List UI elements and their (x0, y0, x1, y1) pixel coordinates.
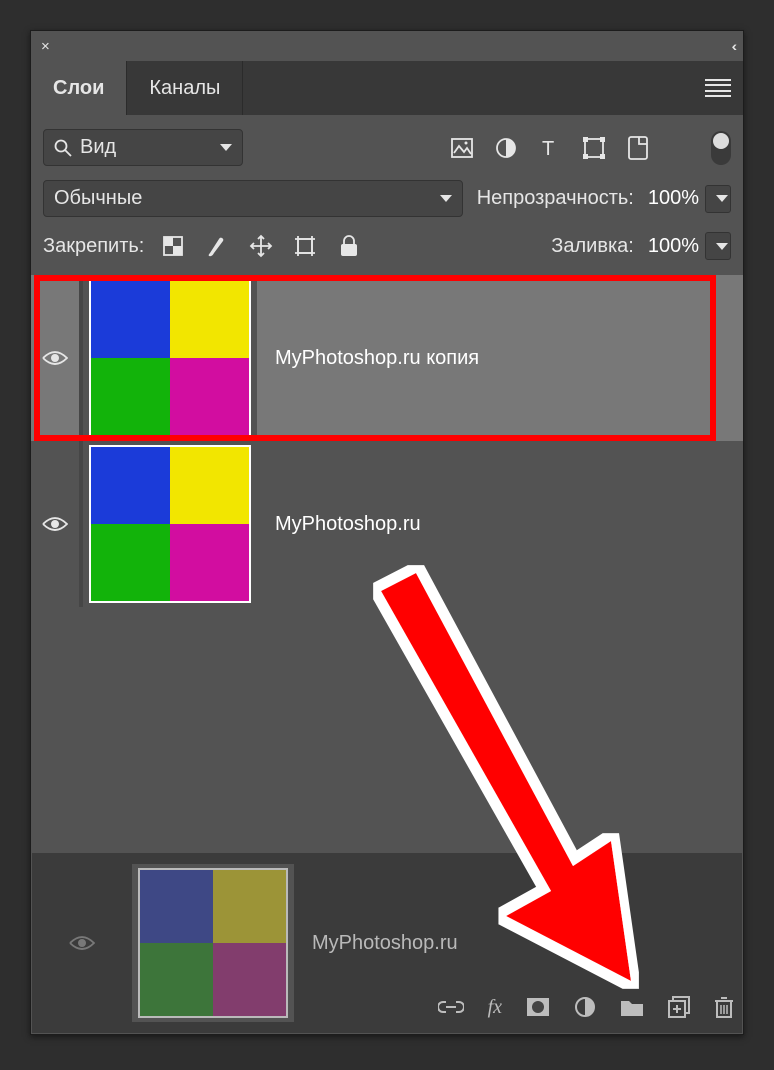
svg-text:T: T (542, 138, 554, 159)
chevron-down-icon (440, 195, 452, 202)
layer-thumbnail[interactable] (83, 275, 257, 441)
search-icon (54, 139, 72, 157)
adjustment-icon[interactable] (574, 996, 596, 1018)
group-icon[interactable] (620, 997, 644, 1017)
tab-channels[interactable]: Каналы (127, 61, 243, 115)
collapse-panel-icon[interactable]: ‹‹ (732, 38, 733, 54)
layer-thumbnail[interactable] (83, 441, 257, 607)
opacity-value: 100% (648, 187, 699, 210)
chevron-down-icon (716, 195, 728, 202)
blend-mode-dropdown[interactable]: Обычные (43, 180, 463, 217)
panel-body: Вид T Обычные Непрозрачность: 100% (31, 115, 743, 261)
footer-layer-name: MyPhotoshop.ru (294, 932, 458, 955)
trash-icon[interactable] (714, 995, 734, 1019)
panel-menu-icon[interactable] (705, 79, 731, 97)
eye-icon (42, 349, 68, 367)
fill-label: Заливка: (551, 235, 634, 258)
layer-row[interactable]: MyPhotoshop.ru (31, 441, 743, 607)
layer-thumbnail (132, 864, 294, 1022)
filter-smart-icon[interactable] (623, 133, 653, 163)
close-panel-icon[interactable]: × (41, 38, 50, 55)
filter-shape-icon[interactable] (579, 133, 609, 163)
eye-icon (42, 515, 68, 533)
filter-label: Вид (80, 136, 116, 159)
panel-footer: MyPhotoshop.ru fx (32, 853, 742, 1033)
filter-image-icon[interactable] (447, 133, 477, 163)
fill-value: 100% (648, 235, 699, 258)
lock-brush-icon[interactable] (202, 231, 232, 261)
fx-icon[interactable]: fx (488, 996, 502, 1019)
layer-actions: fx (438, 995, 734, 1019)
visibility-toggle[interactable] (31, 515, 79, 533)
filter-adjust-icon[interactable] (491, 133, 521, 163)
fill-input[interactable]: 100% (648, 232, 731, 260)
mask-icon[interactable] (526, 997, 550, 1017)
link-layers-icon[interactable] (438, 999, 464, 1015)
layers-list: MyPhotoshop.ru копия MyPhotoshop.ru (31, 275, 743, 607)
tab-layers[interactable]: Слои (31, 61, 127, 115)
layers-panel: × ‹‹ Слои Каналы Вид T (30, 30, 744, 1035)
layer-row[interactable]: MyPhotoshop.ru копия (31, 275, 743, 441)
opacity-label: Непрозрачность: (477, 187, 634, 210)
lock-move-icon[interactable] (246, 231, 276, 261)
opacity-input[interactable]: 100% (648, 185, 731, 213)
filter-toggle[interactable] (711, 131, 731, 165)
lock-pixels-icon[interactable] (158, 231, 188, 261)
filter-type-icon[interactable]: T (535, 133, 565, 163)
layer-name[interactable]: MyPhotoshop.ru (257, 513, 421, 536)
new-layer-icon[interactable] (668, 996, 690, 1018)
lock-all-icon[interactable] (334, 231, 364, 261)
panel-titlebar: × ‹‹ (31, 31, 743, 61)
visibility-toggle[interactable] (32, 934, 132, 952)
lock-label: Закрепить: (43, 235, 144, 258)
chevron-down-icon (220, 144, 232, 151)
eye-icon (69, 934, 95, 952)
layer-name[interactable]: MyPhotoshop.ru копия (257, 347, 479, 370)
lock-artboard-icon[interactable] (290, 231, 320, 261)
visibility-toggle[interactable] (31, 349, 79, 367)
blend-mode-value: Обычные (54, 187, 142, 210)
panel-tabs: Слои Каналы (31, 61, 743, 115)
chevron-down-icon (716, 243, 728, 250)
layer-filter-dropdown[interactable]: Вид (43, 129, 243, 166)
